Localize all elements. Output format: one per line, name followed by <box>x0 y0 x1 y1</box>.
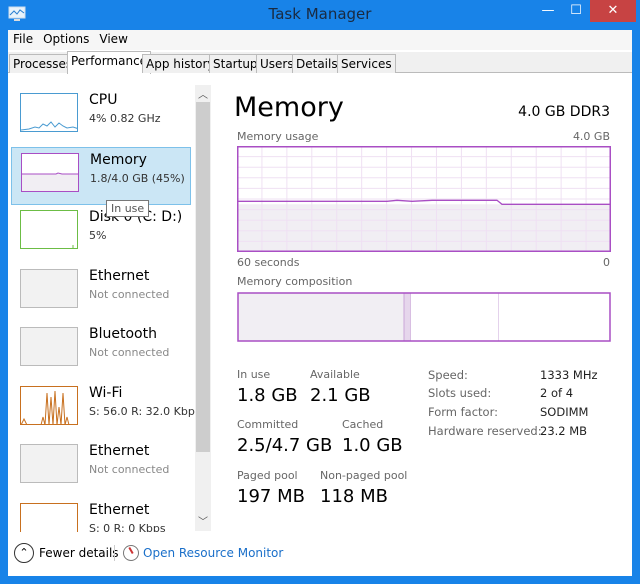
scroll-down-icon[interactable]: ﹀ <box>198 513 208 528</box>
speed-label: Speed: <box>428 368 468 382</box>
title-bar: Task Manager — ☐ ✕ <box>0 0 640 30</box>
sidebar-item-label: Wi-Fi <box>89 384 123 401</box>
sidebar-item-label: CPU <box>89 92 118 108</box>
sidebar-thumbnail-graph <box>20 502 78 532</box>
sidebar-thumbnail-graph <box>20 210 78 249</box>
footer-divider <box>114 545 115 561</box>
scroll-up-icon[interactable]: ︿ <box>198 86 208 101</box>
composition-label: Memory composition <box>237 275 353 288</box>
sidebar-item-bluetooth[interactable]: Bluetooth Not connected <box>11 322 191 380</box>
sidebar-thumbnail-graph <box>20 327 78 366</box>
slots-value: 2 of 4 <box>540 386 574 400</box>
sidebar-item-label: Memory <box>90 151 147 168</box>
scrollbar-thumb[interactable] <box>196 102 210 452</box>
memory-spec: 4.0 GB DDR3 <box>518 104 610 120</box>
committed-value: 2.5/4.7 GB <box>237 435 333 456</box>
chevron-up-icon[interactable]: ⌃ <box>14 543 34 563</box>
tab-details[interactable]: Details <box>292 54 342 73</box>
sidebar-thumbnail-graph <box>20 444 78 483</box>
sidebar-item-wi-fi[interactable]: Wi-Fi S: 56.0 R: 32.0 Kbps <box>11 381 201 439</box>
sidebar-item-subtext: 4% 0.82 GHz <box>89 112 161 125</box>
paged-pool-value: 197 MB <box>237 486 305 507</box>
composition-in-use[interactable] <box>238 293 404 341</box>
sidebar-item-memory[interactable]: Memory 1.8/4.0 GB (45%) <box>11 146 191 205</box>
menu-file[interactable]: File <box>8 30 38 48</box>
open-resource-monitor-link[interactable]: Open Resource Monitor <box>143 546 283 560</box>
available-value: 2.1 GB <box>310 385 371 406</box>
cached-value: 1.0 GB <box>342 435 403 456</box>
sidebar-item-cpu[interactable]: CPU 4% 0.82 GHz <box>11 88 191 146</box>
available-label: Available <box>310 368 360 381</box>
sidebar-item-ethernet[interactable]: Ethernet S: 0 R: 0 Kbps <box>11 498 191 533</box>
sidebar-item-label: Bluetooth <box>89 326 157 342</box>
sidebar-item-disk-0-c-d-[interactable]: Disk 0 (C: D:) 5% <box>11 205 191 263</box>
page-title: Memory <box>234 92 344 123</box>
footer: ⌃ Fewer details Open Resource Monitor <box>8 536 632 572</box>
sidebar-thumbnail-graph <box>20 93 78 132</box>
usage-fill <box>237 204 611 252</box>
menu-options[interactable]: Options <box>38 30 94 48</box>
minimize-button[interactable]: — <box>533 0 563 22</box>
paged-pool-label: Paged pool <box>237 469 298 482</box>
usage-max: 4.0 GB <box>572 130 610 143</box>
sidebar-item-label: Ethernet <box>89 501 150 518</box>
composition-free[interactable] <box>499 293 610 341</box>
fewer-details-button[interactable]: Fewer details <box>39 546 119 560</box>
slots-label: Slots used: <box>428 386 492 400</box>
sidebar-item-label: Ethernet <box>89 267 150 284</box>
close-button[interactable]: ✕ <box>590 0 636 22</box>
speed-value: 1333 MHz <box>540 368 598 382</box>
sidebar-item-subtext: Not connected <box>89 463 170 476</box>
composition-standby[interactable] <box>411 293 499 341</box>
tab-services[interactable]: Services <box>337 54 396 73</box>
sidebar-item-subtext: Not connected <box>89 346 170 359</box>
sidebar-thumbnail-graph <box>20 268 78 308</box>
sidebar-item-label: Ethernet <box>89 443 150 459</box>
hw-reserved-value: 23.2 MB <box>540 424 588 438</box>
time-right-label: 0 <box>603 256 610 269</box>
committed-label: Committed <box>237 418 299 431</box>
sidebar-item-subtext: S: 0 R: 0 Kbps <box>89 521 166 533</box>
menu-view[interactable]: View <box>94 30 132 48</box>
memory-usage-graph <box>237 146 611 252</box>
in-use-label: In use <box>237 368 271 381</box>
nonpaged-pool-value: 118 MB <box>320 486 388 507</box>
tooltip: In use <box>106 200 150 217</box>
nonpaged-pool-label: Non-paged pool <box>320 469 408 482</box>
resource-monitor-icon <box>123 545 139 561</box>
sidebar-item-subtext: S: 56.0 R: 32.0 Kbps <box>89 404 201 418</box>
sidebar-thumbnail-graph <box>20 385 78 425</box>
hw-reserved-label: Hardware reserved: <box>428 424 542 438</box>
sidebar-thumbnail-graph <box>21 152 79 192</box>
sidebar-scrollbar[interactable]: ︿ ﹀ <box>195 85 211 531</box>
tab-bar: Processes Performance App history Startu… <box>8 51 632 74</box>
cached-label: Cached <box>342 418 384 431</box>
window-client: File Options View Processes Performance Ap… <box>8 30 632 576</box>
usage-line <box>237 199 611 205</box>
maximize-button[interactable]: ☐ <box>561 0 591 22</box>
form-factor-label: Form factor: <box>428 405 498 419</box>
tab-app-history[interactable]: App history <box>142 54 219 73</box>
form-factor-value: SODIMM <box>540 405 589 419</box>
sidebar-item-subtext: Not connected <box>89 287 170 301</box>
usage-label: Memory usage <box>237 130 319 143</box>
in-use-value: 1.8 GB <box>237 385 298 406</box>
tab-performance[interactable]: Performance <box>67 51 152 74</box>
sidebar-item-subtext: 1.8/4.0 GB (45%) <box>90 171 185 185</box>
sidebar-item-subtext: 5% <box>89 229 107 242</box>
sidebar-item-ethernet[interactable]: Ethernet Not connected <box>11 439 191 497</box>
time-left-label: 60 seconds <box>237 256 300 269</box>
composition-modified[interactable] <box>403 292 412 342</box>
sidebar-item-ethernet[interactable]: Ethernet Not connected <box>11 264 191 322</box>
memory-composition-bar <box>237 292 611 342</box>
tab-startup[interactable]: Startup <box>209 54 262 73</box>
resource-sidebar: CPU 4% 0.82 GHz Memory 1.8/4.0 GB (45%) … <box>8 80 213 532</box>
menu-bar: File Options View <box>8 30 632 50</box>
